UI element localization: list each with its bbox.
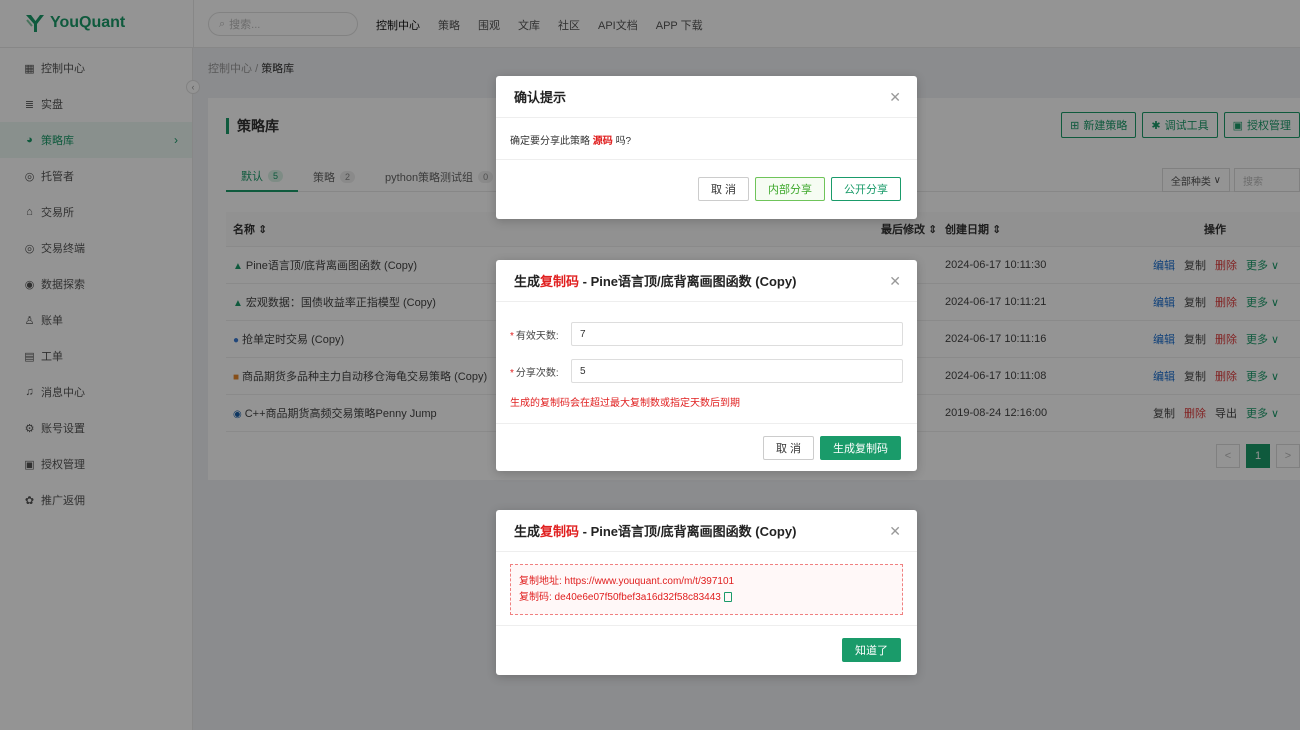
dialog-body: 确定要分享此策略 源码 吗? xyxy=(496,118,917,160)
dialog-title-highlight: 复制码 xyxy=(540,274,580,289)
dialog-header: 确认提示 ✕ xyxy=(496,76,917,118)
copy-address[interactable]: 复制地址: https://www.youquant.com/m/t/39710… xyxy=(519,574,894,590)
valid-days-input[interactable]: 7 xyxy=(571,322,903,346)
days-label: * 有效天数: xyxy=(510,330,559,342)
dialog-title-prefix: 生成 xyxy=(514,274,541,289)
cancel-button[interactable]: 取 消 xyxy=(697,177,749,201)
dialog-title-suffix: - Pine语言顶/底背离画图函数 (Copy) xyxy=(579,274,797,289)
dialog-body: 复制地址: https://www.youquant.com/m/t/39710… xyxy=(496,552,917,626)
times-row: * 分享次数: 5 xyxy=(510,359,903,383)
confirm-suffix: 吗? xyxy=(615,136,632,147)
days-row: * 有效天数: 7 xyxy=(510,322,903,346)
dialog-title-prefix: 生成 xyxy=(514,524,541,539)
dialog-footer: 取 消 内部分享 公开分享 xyxy=(496,160,917,218)
internal-share-button[interactable]: 内部分享 xyxy=(755,177,825,201)
confirm-text: 确定要分享此策略 xyxy=(510,136,590,147)
public-share-button[interactable]: 公开分享 xyxy=(831,177,901,201)
close-icon[interactable]: ✕ xyxy=(889,89,901,106)
confirm-highlight: 源码 xyxy=(592,136,613,147)
copy-icon[interactable] xyxy=(723,592,732,603)
dialog-title-suffix: - Pine语言顶/底背离画图函数 (Copy) xyxy=(579,524,797,539)
generate-code-button[interactable]: 生成复制码 xyxy=(820,436,901,460)
result-box: 复制地址: https://www.youquant.com/m/t/39710… xyxy=(510,564,903,615)
copy-code[interactable]: 复制码: de40e6e07f50fbef3a16d32f58c83443 xyxy=(519,592,721,603)
code-result-dialog: 生成 复制码 - Pine语言顶/底背离画图函数 (Copy) ✕ 复制地址: h… xyxy=(496,510,917,675)
dialog-header: 生成 复制码 - Pine语言顶/底背离画图函数 (Copy) ✕ xyxy=(496,260,917,302)
dialog-title-highlight: 复制码 xyxy=(540,524,580,539)
close-icon[interactable]: ✕ xyxy=(889,273,901,290)
got-it-button[interactable]: 知道了 xyxy=(842,638,901,662)
dialog-body: * 有效天数: 7 * 分享次数: 5 生成的复制码会在超过最大复制数或指定天数后到… xyxy=(496,302,917,424)
share-times-input[interactable]: 5 xyxy=(571,359,903,383)
dialog-footer: 取 消 生成复制码 xyxy=(496,424,917,472)
close-icon[interactable]: ✕ xyxy=(889,523,901,540)
dialog-title: 确认提示 xyxy=(514,90,567,105)
dialog-header: 生成 复制码 - Pine语言顶/底背离画图函数 (Copy) ✕ xyxy=(496,510,917,552)
confirm-dialog: 确认提示 ✕ 确定要分享此策略 源码 吗? 取 消 内部分享 公开分享 xyxy=(496,76,917,219)
dialog-footer: 知道了 xyxy=(496,626,917,674)
expiry-warning: 生成的复制码会在超过最大复制数或指定天数后到期 xyxy=(510,398,740,409)
times-label: * 分享次数: xyxy=(510,367,559,379)
generate-code-dialog: 生成 复制码 - Pine语言顶/底背离画图函数 (Copy) ✕ * 有效天数: … xyxy=(496,260,917,471)
cancel-button[interactable]: 取 消 xyxy=(762,436,814,460)
